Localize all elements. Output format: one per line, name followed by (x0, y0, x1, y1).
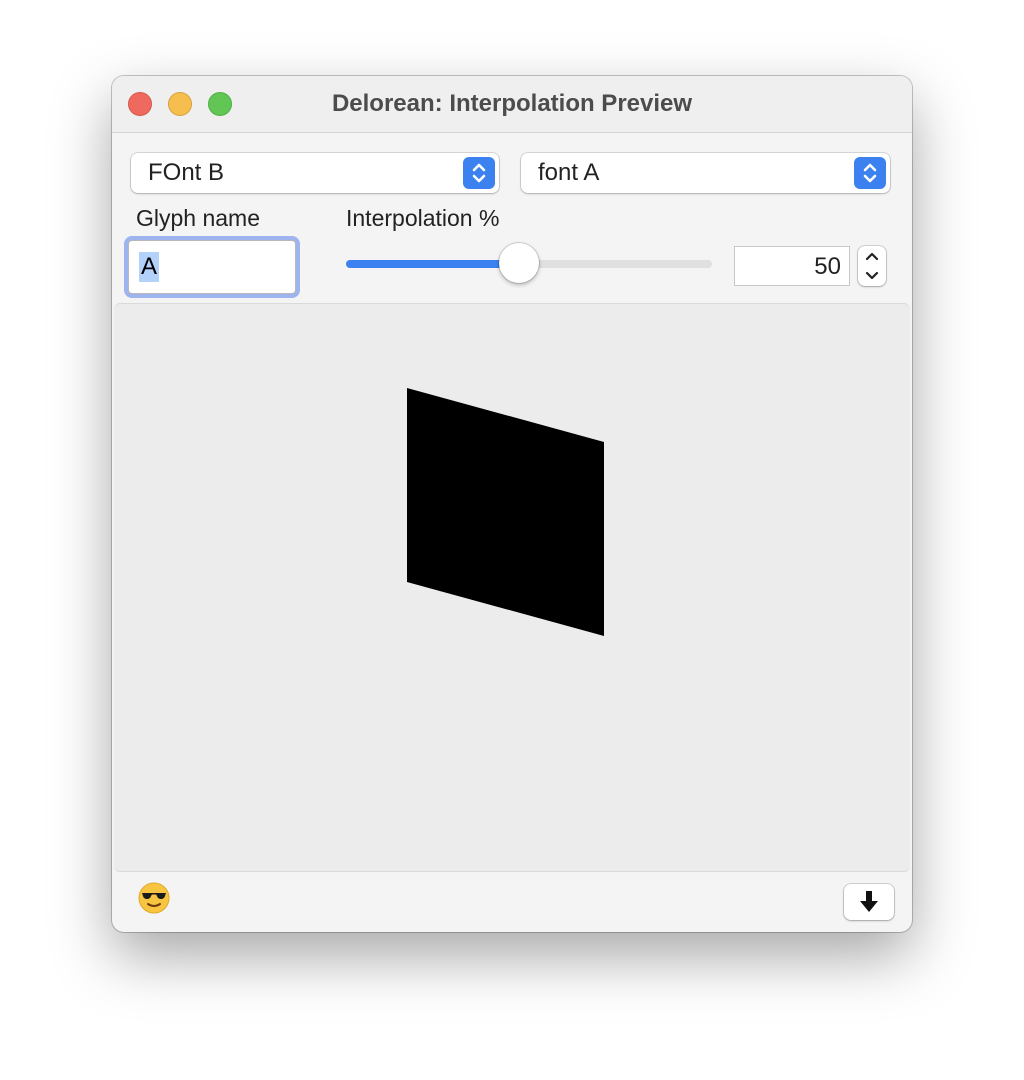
chevron-up-icon (865, 252, 879, 261)
download-button[interactable] (844, 884, 894, 920)
font-a-popup[interactable]: font A (521, 153, 890, 193)
glyph-name-label: Glyph name (136, 205, 261, 231)
sunglasses-emoji-icon (138, 882, 170, 914)
font-b-popup-label: FOnt B (148, 159, 225, 186)
window-title: Delorean: Interpolation Preview (331, 90, 693, 117)
interpolated-glyph-shape (407, 388, 604, 636)
stepper-down-button[interactable] (858, 266, 886, 286)
stepper-up-button[interactable] (858, 246, 886, 266)
glyph-name-value: A (139, 252, 160, 282)
glyph-name-field[interactable]: A (128, 240, 296, 294)
glyph-preview-canvas (114, 303, 910, 872)
font-a-popup-label: font A (538, 159, 600, 186)
interpolation-value-field[interactable]: 50 (734, 246, 850, 286)
interpolation-value: 50 (814, 253, 841, 280)
preview-window: Delorean: Interpolation Preview FOnt B f… (112, 76, 912, 932)
updown-chevron-icon (854, 157, 886, 189)
download-arrow-icon (860, 891, 878, 912)
interpolation-slider-knob[interactable] (499, 243, 539, 283)
chevron-down-icon (865, 271, 879, 280)
interpolation-slider-fill (346, 260, 519, 268)
title-bar[interactable]: Delorean: Interpolation Preview (112, 76, 912, 133)
interpolation-label: Interpolation % (346, 205, 500, 231)
updown-chevron-icon (463, 157, 495, 189)
font-b-popup[interactable]: FOnt B (131, 153, 499, 193)
interpolation-stepper[interactable] (858, 246, 886, 286)
